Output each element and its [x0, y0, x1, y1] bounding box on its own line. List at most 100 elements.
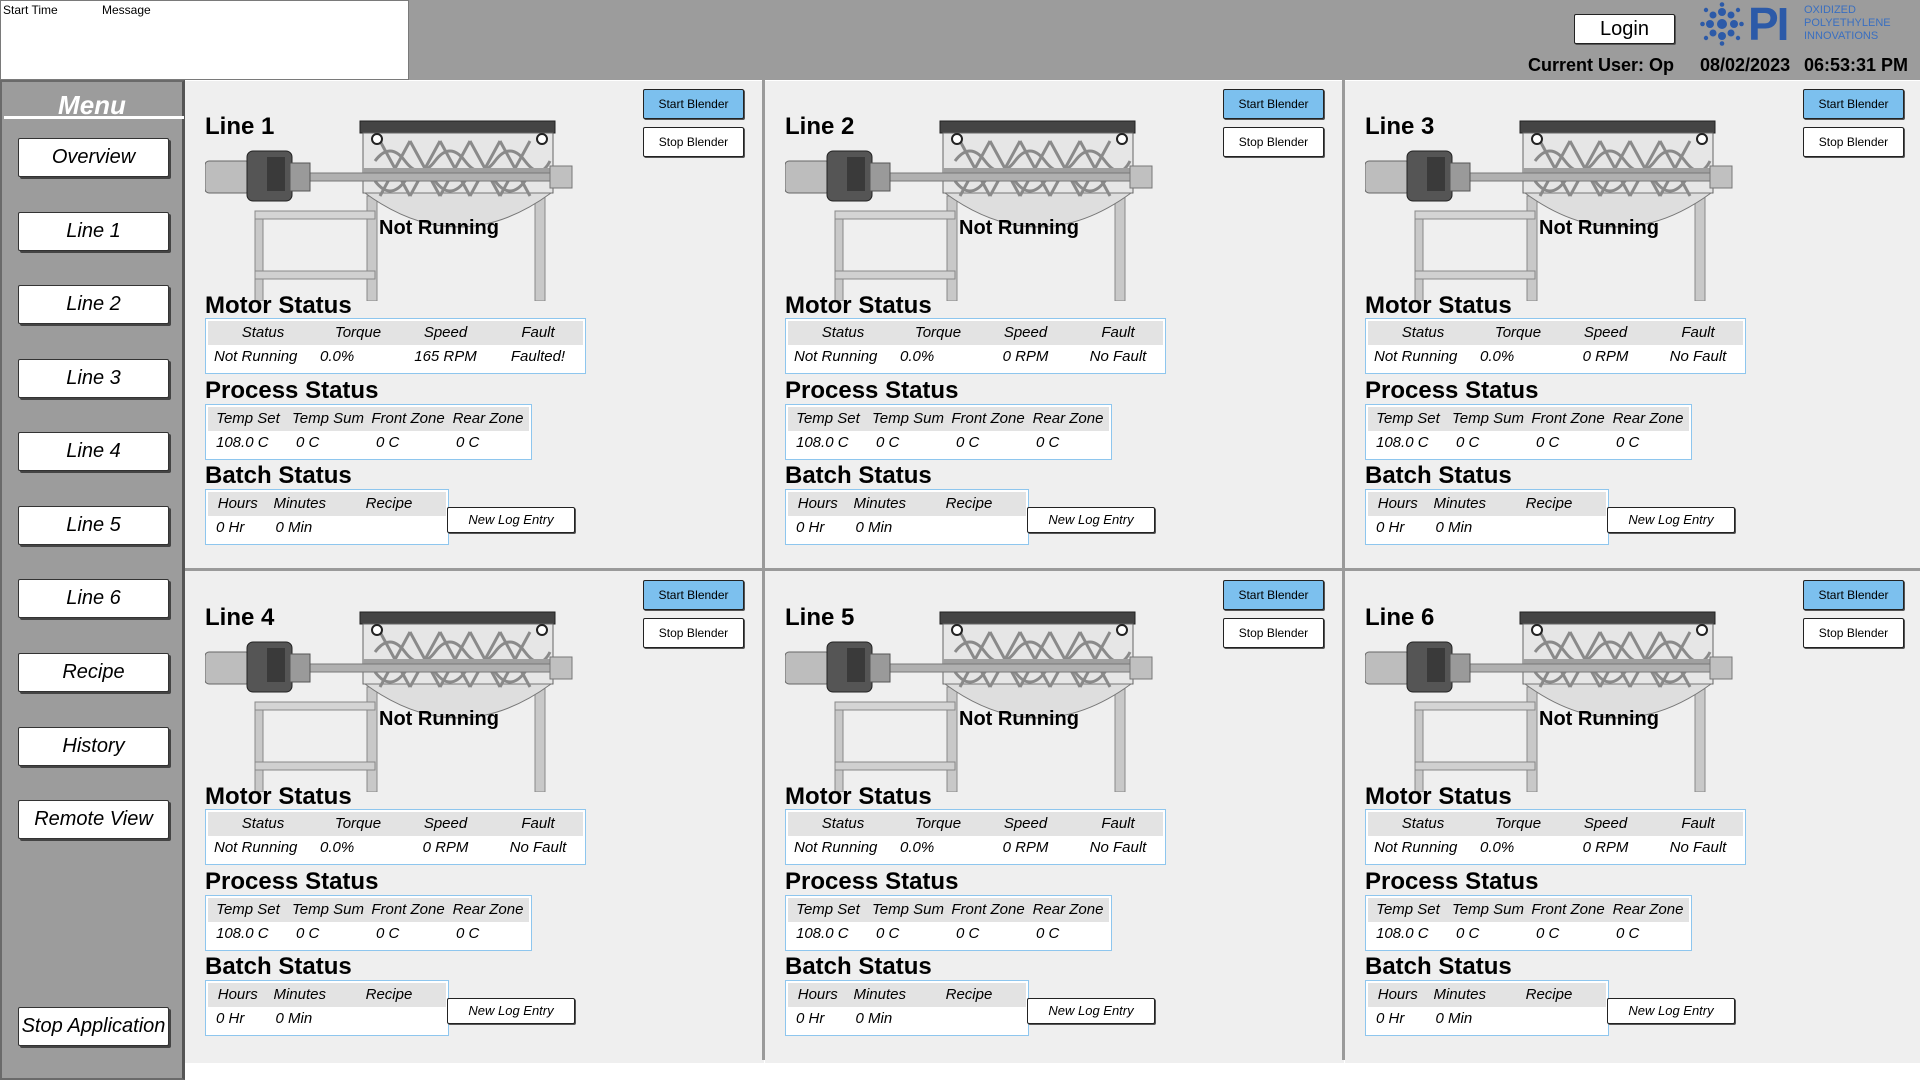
- table-header: Status Torque Speed Fault: [1368, 812, 1743, 836]
- table-cell: Status: [821, 815, 865, 832]
- temp-sum-value: 0 C: [876, 925, 900, 942]
- company-logo: PI OXIDIZED POLYETHYLENE INNOVATIONS: [1700, 0, 1910, 48]
- batch-status-heading: Batch Status: [1365, 953, 1512, 980]
- table-cell: Status: [1401, 815, 1445, 832]
- table-cell: Torque: [914, 815, 962, 832]
- menu-button-line-6[interactable]: Line 6: [18, 579, 169, 618]
- table-header: Status Torque Speed Fault: [208, 812, 583, 836]
- front-zone-value: 0 C: [376, 434, 400, 451]
- motor-speed-value: 0 RPM: [1582, 839, 1629, 856]
- stop-application-button[interactable]: Stop Application: [18, 1007, 169, 1046]
- run-status-label: Not Running: [959, 217, 1079, 239]
- table-row: 108.0 C 0 C 0 C 0 C: [788, 431, 1109, 455]
- start-blender-button[interactable]: Start Blender: [1223, 89, 1324, 119]
- table-cell: Front Zone: [951, 410, 1025, 427]
- table-cell: Hours: [797, 495, 838, 512]
- menu-divider: [4, 116, 184, 119]
- table-cell: Speed: [423, 815, 468, 832]
- menu-button-line-5[interactable]: Line 5: [18, 506, 169, 545]
- front-zone-value: 0 C: [1536, 434, 1560, 451]
- table-cell: Temp Sum: [292, 901, 364, 918]
- table-cell: Hours: [797, 986, 838, 1003]
- start-blender-button[interactable]: Start Blender: [1803, 89, 1904, 119]
- motor-torque-value: 0.0%: [320, 839, 355, 856]
- motor-speed-value: 0 RPM: [1002, 348, 1049, 365]
- process-status-table: Temp Set Temp Sum Front Zone Rear Zone 1…: [205, 404, 532, 460]
- table-cell: Temp Set: [796, 901, 860, 918]
- table-header: Temp Set Temp Sum Front Zone Rear Zone: [208, 407, 529, 431]
- ribbon-blender-icon: [785, 611, 1153, 792]
- table-cell: Temp Sum: [872, 901, 944, 918]
- table-header: Temp Set Temp Sum Front Zone Rear Zone: [208, 898, 529, 922]
- alarm-col-message[interactable]: Message: [102, 3, 151, 19]
- batch-minutes-value: 0 Min: [1435, 519, 1473, 536]
- table-cell: Front Zone: [1531, 901, 1605, 918]
- table-cell: Front Zone: [951, 901, 1025, 918]
- start-blender-button[interactable]: Start Blender: [1223, 580, 1324, 610]
- table-cell: Speed: [1003, 815, 1048, 832]
- motor-status-heading: Motor Status: [205, 783, 352, 810]
- table-cell: Fault: [1101, 815, 1135, 832]
- alarm-col-start-time[interactable]: Start Time: [3, 3, 102, 19]
- table-cell: Front Zone: [371, 410, 445, 427]
- line-panel-2: Line 2 Not Running Start Blender Stop Bl…: [765, 81, 1344, 572]
- ribbon-blender-icon: [205, 120, 573, 301]
- batch-status-table: Hours Minutes Recipe 0 Hr 0 Min: [205, 489, 449, 545]
- table-cell: Torque: [1494, 324, 1542, 341]
- table-cell: Speed: [423, 324, 468, 341]
- temp-sum-value: 0 C: [1456, 925, 1480, 942]
- process-status-heading: Process Status: [1365, 377, 1539, 404]
- process-status-heading: Process Status: [785, 377, 959, 404]
- batch-hours-value: 0 Hr: [1376, 519, 1405, 536]
- motor-speed-value: 0 RPM: [1002, 839, 1049, 856]
- table-cell: Recipe: [1525, 495, 1573, 512]
- table-row: Not Running 0.0% 0 RPM No Fault: [1368, 836, 1743, 860]
- login-button[interactable]: Login: [1574, 14, 1675, 44]
- new-log-entry-button[interactable]: New Log Entry: [1027, 998, 1155, 1024]
- menu-button-history[interactable]: History: [18, 727, 169, 766]
- start-blender-button[interactable]: Start Blender: [643, 89, 744, 119]
- stop-blender-button[interactable]: Stop Blender: [1223, 618, 1324, 648]
- table-cell: Front Zone: [1531, 410, 1605, 427]
- rear-zone-value: 0 C: [1036, 925, 1060, 942]
- stop-blender-button[interactable]: Stop Blender: [1223, 127, 1324, 157]
- temp-set-value: 108.0 C: [1376, 925, 1429, 942]
- menu-button-line-2[interactable]: Line 2: [18, 285, 169, 324]
- table-cell: Minutes: [853, 495, 906, 512]
- stop-blender-button[interactable]: Stop Blender: [1803, 618, 1904, 648]
- batch-status-table: Hours Minutes Recipe 0 Hr 0 Min: [205, 980, 449, 1036]
- batch-status-table: Hours Minutes Recipe 0 Hr 0 Min: [1365, 980, 1609, 1036]
- start-blender-button[interactable]: Start Blender: [1803, 580, 1904, 610]
- new-log-entry-button[interactable]: New Log Entry: [1027, 507, 1155, 533]
- table-header: Status Torque Speed Fault: [788, 812, 1163, 836]
- new-log-entry-button[interactable]: New Log Entry: [1607, 998, 1735, 1024]
- table-row: 108.0 C 0 C 0 C 0 C: [208, 431, 529, 455]
- batch-recipe-value: [912, 1007, 1026, 1031]
- process-status-table: Temp Set Temp Sum Front Zone Rear Zone 1…: [1365, 404, 1692, 460]
- stop-blender-button[interactable]: Stop Blender: [1803, 127, 1904, 157]
- stop-blender-button[interactable]: Stop Blender: [643, 127, 744, 157]
- menu-button-recipe[interactable]: Recipe: [18, 653, 169, 692]
- process-status-table: Temp Set Temp Sum Front Zone Rear Zone 1…: [785, 895, 1112, 951]
- rear-zone-value: 0 C: [1036, 434, 1060, 451]
- process-status-heading: Process Status: [1365, 868, 1539, 895]
- line-panel-6: Line 6 Not Running Start Blender Stop Bl…: [1345, 572, 1920, 1063]
- table-row: 0 Hr 0 Min: [208, 516, 446, 540]
- menu-button-line-4[interactable]: Line 4: [18, 432, 169, 471]
- table-cell: Hours: [1377, 495, 1418, 512]
- table-cell: Hours: [1377, 986, 1418, 1003]
- table-cell: Rear Zone: [452, 410, 524, 427]
- menu-button-overview[interactable]: Overview: [18, 138, 169, 177]
- table-cell: Recipe: [365, 986, 413, 1003]
- motor-status-heading: Motor Status: [785, 292, 932, 319]
- stop-blender-button[interactable]: Stop Blender: [643, 618, 744, 648]
- menu-button-line-1[interactable]: Line 1: [18, 212, 169, 251]
- start-blender-button[interactable]: Start Blender: [643, 580, 744, 610]
- new-log-entry-button[interactable]: New Log Entry: [1607, 507, 1735, 533]
- alarm-log[interactable]: Start Time Message: [0, 0, 409, 80]
- table-cell: Fault: [1101, 324, 1135, 341]
- new-log-entry-button[interactable]: New Log Entry: [447, 998, 575, 1024]
- menu-button-line-3[interactable]: Line 3: [18, 359, 169, 398]
- menu-button-remote-view[interactable]: Remote View: [18, 800, 169, 839]
- new-log-entry-button[interactable]: New Log Entry: [447, 507, 575, 533]
